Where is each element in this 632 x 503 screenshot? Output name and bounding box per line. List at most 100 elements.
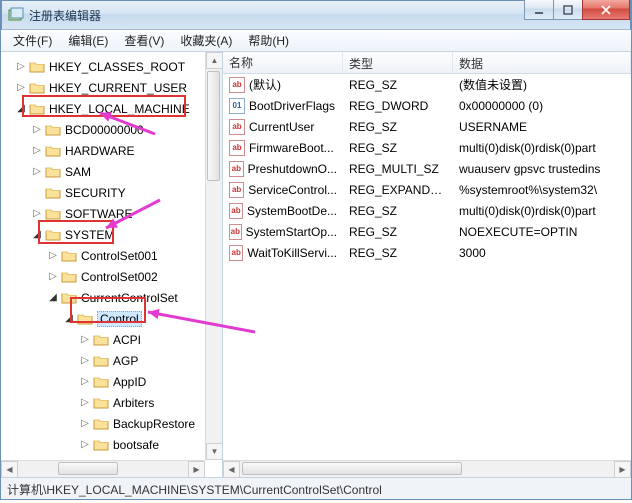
collapse-icon[interactable]: ◢ [15,103,27,115]
scroll-thumb[interactable] [242,462,462,475]
list-header: 名称 类型 数据 [223,52,631,74]
tree-item[interactable]: SECURITY [1,182,222,203]
list-hscroll[interactable]: ◀ ▶ [223,460,631,477]
tree-label: SOFTWARE [65,207,133,221]
collapse-icon[interactable]: ◢ [47,292,59,304]
tree-item[interactable]: ◢ SYSTEM [1,224,222,245]
string-value-icon [229,182,244,198]
tree-label: BCD00000000 [65,123,144,137]
list-row[interactable]: SystemBootDe...REG_SZmulti(0)disk(0)rdis… [223,200,631,221]
value-name: PreshutdownO... [248,162,337,176]
tree-item[interactable]: ◢HKEY_LOCAL_MACHINE [1,98,222,119]
string-value-icon [229,245,243,261]
tree-item[interactable]: ▷AppID [1,371,222,392]
list-row[interactable]: BootDriverFlagsREG_DWORD0x00000000 (0) [223,95,631,116]
list-row[interactable]: WaitToKillServi...REG_SZ3000 [223,242,631,263]
col-data[interactable]: 数据 [453,52,631,73]
scroll-right-icon[interactable]: ▶ [188,461,205,478]
scroll-thumb[interactable] [58,462,118,475]
tree-item[interactable]: ▷BackupRestore [1,413,222,434]
list-row[interactable]: ServiceControl...REG_EXPAND_SZ%systemroo… [223,179,631,200]
tree-item[interactable]: ◢CurrentControlSet [1,287,222,308]
menu-favorites[interactable]: 收藏夹(A) [172,30,240,51]
menu-file[interactable]: 文件(F) [5,30,60,51]
collapse-icon[interactable]: ◢ [63,313,75,325]
statusbar: 计算机\HKEY_LOCAL_MACHINE\SYSTEM\CurrentCon… [1,477,631,499]
expand-icon[interactable]: ▷ [79,418,91,430]
expand-icon[interactable]: ▷ [15,82,27,94]
col-type[interactable]: 类型 [343,52,453,73]
tree-item[interactable]: ▷ SOFTWARE [1,203,222,224]
value-name: CurrentUser [249,120,314,134]
tree-item[interactable]: ▷ACPI [1,329,222,350]
list-row[interactable]: PreshutdownO... REG_MULTI_SZwuauserv gpsv… [223,158,631,179]
value-name: (默认) [249,76,281,93]
maximize-button[interactable] [553,0,583,20]
tree-label: SAM [65,165,91,179]
status-path: 计算机\HKEY_LOCAL_MACHINE\SYSTEM\CurrentCon… [7,483,382,497]
list-body[interactable]: (默认)REG_SZ(数值未设置)BootDriverFlagsREG_DWOR… [223,74,631,477]
col-name[interactable]: 名称 [223,52,343,73]
expand-icon[interactable]: ▷ [15,61,27,73]
close-button[interactable] [582,0,630,20]
tree-item[interactable]: ▷ AGP [1,350,222,371]
value-type: REG_SZ [343,246,453,260]
collapse-icon[interactable]: ◢ [31,229,43,241]
expand-icon[interactable]: ▷ [79,397,91,409]
expand-icon[interactable]: ▷ [79,334,91,346]
tree-item[interactable]: ▷ BCD00000000 [1,119,222,140]
value-type: REG_MULTI_SZ [343,162,453,176]
tree-label: AGP [113,354,138,368]
expand-icon[interactable]: ▷ [47,271,59,283]
tree-item[interactable]: ▷HARDWARE [1,140,222,161]
value-type: REG_SZ [343,78,453,92]
string-value-icon [229,140,245,156]
tree-item[interactable]: ▷HKEY_CURRENT_USER [1,77,222,98]
tree-hscroll[interactable]: ◀ ▶ [1,460,205,477]
value-data: multi(0)disk(0)rdisk(0)part [453,141,631,155]
tree-item[interactable]: ▷ ControlSet002 [1,266,222,287]
value-type: REG_SZ [343,141,453,155]
expand-icon[interactable]: ▷ [31,208,43,220]
scroll-thumb[interactable] [207,71,220,181]
expand-icon[interactable]: ▷ [79,355,91,367]
scroll-left-icon[interactable]: ◀ [1,461,18,478]
tree-item[interactable]: ▷Arbiters [1,392,222,413]
expand-icon[interactable]: ▷ [79,439,91,451]
tree-item[interactable]: ▷ SAM [1,161,222,182]
titlebar[interactable]: 注册表编辑器 [1,0,631,30]
tree-item-selected[interactable]: ◢ Control [1,308,222,329]
expand-icon[interactable]: ▷ [31,166,43,178]
menu-view[interactable]: 查看(V) [116,30,172,51]
tree-label: Control [97,311,142,327]
registry-editor-window: 注册表编辑器 文件(F) 编辑(E) 查看(V) 收藏夹(A) 帮助(H) ▷H… [0,0,632,500]
list-row[interactable]: CurrentUserREG_SZUSERNAME [223,116,631,137]
folder-icon [45,144,61,158]
menu-edit[interactable]: 编辑(E) [60,30,116,51]
tree-label: ControlSet002 [81,270,158,284]
tree-item[interactable]: ▷HKEY_CLASSES_ROOT [1,56,222,77]
tree-item[interactable]: ▷bootsafe [1,434,222,455]
scroll-right-icon[interactable]: ▶ [614,461,631,478]
value-type: REG_SZ [343,120,453,134]
expand-icon[interactable]: ▷ [31,124,43,136]
tree-label: SECURITY [65,186,126,200]
scroll-down-icon[interactable]: ▼ [206,443,223,460]
string-value-icon [229,77,245,93]
expand-icon[interactable]: ▷ [47,250,59,262]
expand-icon[interactable]: ▷ [31,145,43,157]
tree-item[interactable]: ▷ControlSet001 [1,245,222,266]
tree[interactable]: ▷HKEY_CLASSES_ROOT▷HKEY_CURRENT_USER◢HKE… [1,52,222,477]
list-row[interactable]: SystemStartOp...REG_SZ NOEXECUTE=OPTIN [223,221,631,242]
scroll-left-icon[interactable]: ◀ [223,461,240,478]
tree-label: SYSTEM [65,228,114,242]
minimize-button[interactable] [524,0,554,20]
list-row[interactable]: FirmwareBoot...REG_SZmulti(0)disk(0)rdis… [223,137,631,158]
list-row[interactable]: (默认)REG_SZ(数值未设置) [223,74,631,95]
value-type: REG_EXPAND_SZ [343,183,453,197]
menu-help[interactable]: 帮助(H) [240,30,297,51]
expand-icon[interactable]: ▷ [79,376,91,388]
value-data: wuauserv gpsvc trustedins [453,162,631,176]
tree-vscroll[interactable]: ▲ ▼ [205,52,222,460]
scroll-up-icon[interactable]: ▲ [206,52,223,69]
